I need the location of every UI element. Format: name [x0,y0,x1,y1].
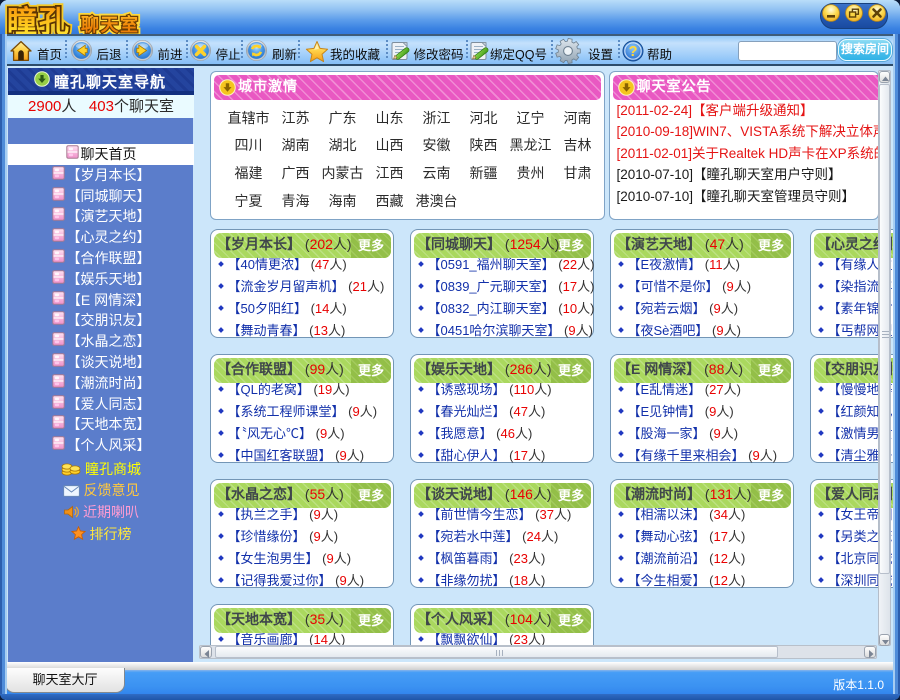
svg-text:?: ? [629,44,638,60]
